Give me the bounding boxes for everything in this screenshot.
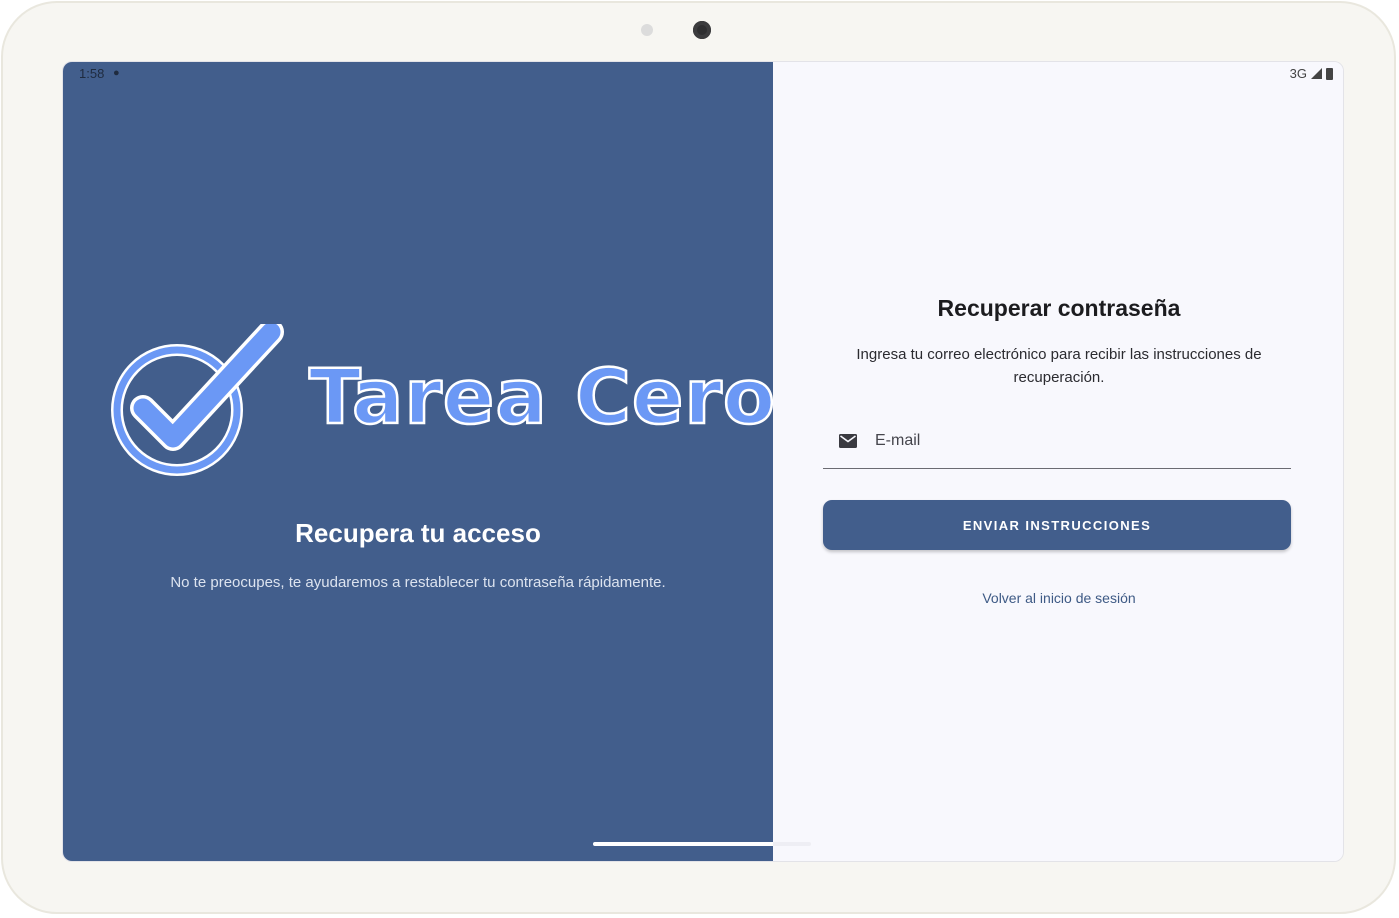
app-logo: Tarea Cero <box>111 319 776 484</box>
mic-icon: ● <box>113 67 120 79</box>
form-title: Recuperar contraseña <box>937 295 1181 321</box>
branding-subtitle: No te preocupes, te ayudaremos a restabl… <box>170 574 666 591</box>
home-indicator-tail <box>773 842 811 846</box>
form-description: Ingresa tu correo electrónico para recib… <box>856 346 1262 386</box>
camera-sensor <box>641 24 653 36</box>
screen: 1:58 ● Tarea Cero Recupera tu acceso No … <box>62 61 1344 862</box>
signal-icon <box>1311 68 1322 79</box>
send-instructions-button[interactable]: ENVIAR INSTRUCCIONES <box>823 500 1291 550</box>
app-logo-text: Tarea Cero <box>308 351 777 443</box>
status-icons: 3G <box>1290 66 1333 81</box>
branding-heading: Recupera tu acceso <box>295 518 541 548</box>
recovery-form-panel: 3G Recuperar contraseña Ingresa tu corre… <box>773 62 1343 861</box>
home-indicator[interactable] <box>593 842 773 846</box>
branding-panel: 1:58 ● Tarea Cero Recupera tu acceso No … <box>63 62 776 861</box>
tablet-frame: 1:58 ● Tarea Cero Recupera tu acceso No … <box>1 1 1396 914</box>
send-instructions-label: ENVIAR INSTRUCCIONES <box>962 517 1152 533</box>
mail-icon <box>839 434 857 448</box>
network-type: 3G <box>1289 66 1307 81</box>
back-to-login-link[interactable]: Volver al inicio de sesión <box>773 590 1343 606</box>
check-circle-icon <box>111 319 284 476</box>
camera-lens <box>693 21 711 39</box>
battery-icon <box>1326 67 1333 80</box>
email-input[interactable] <box>873 428 1277 454</box>
status-time: 1:58 <box>79 66 105 81</box>
email-field[interactable] <box>823 418 1291 469</box>
